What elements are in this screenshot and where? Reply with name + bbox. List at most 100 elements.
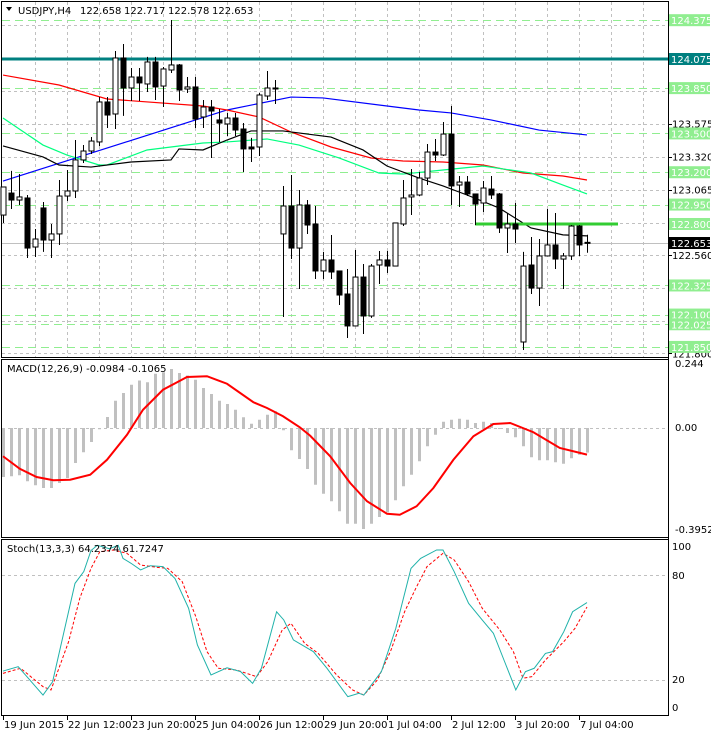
level-price-tag: 123.200 <box>671 168 711 179</box>
time-axis-label: 7 Jul 04:00 <box>580 720 634 731</box>
time-axis-label: 1 Jul 04:00 <box>388 720 442 731</box>
level-price-tag: 122.025 <box>671 320 711 331</box>
macd-histogram-bar <box>258 419 261 428</box>
candle-body-bullish <box>48 233 55 241</box>
level-price-tag: 124.375 <box>671 16 711 27</box>
candle-body-bearish <box>8 192 15 201</box>
candle <box>392 222 399 267</box>
candle-body-bullish <box>568 225 575 257</box>
panel-frame <box>1 1 669 358</box>
macd-histogram-bar <box>466 419 469 428</box>
stoch-axis-label: 0 <box>672 703 678 714</box>
macd-histogram-bar <box>74 428 77 463</box>
macd-axis-label: 0.244 <box>675 359 704 370</box>
level-price-tag: 122.950 <box>671 201 711 212</box>
ohlc-open: 122.658 <box>80 6 121 17</box>
candle-body-bullish <box>96 101 103 143</box>
macd-histogram-bar <box>394 428 397 501</box>
stoch-axis-label: 80 <box>672 571 685 582</box>
candle-body-bullish <box>200 106 207 118</box>
candle-body-bearish <box>104 101 111 116</box>
macd-histogram-bar <box>434 428 437 435</box>
candle-body-bearish <box>552 244 559 260</box>
macd-histogram-bar <box>250 423 253 428</box>
candle <box>568 225 575 260</box>
macd-histogram-bar <box>538 428 541 461</box>
candle-body-bearish <box>328 259 335 273</box>
trading-chart[interactable]: 123.575123.320123.065122.560121.800124.3… <box>0 0 711 733</box>
macd-histogram-bar <box>426 428 429 447</box>
candle-body-bullish <box>64 190 71 197</box>
macd-histogram-bar <box>506 428 509 433</box>
candle-body-bullish <box>128 76 135 89</box>
panel-frame <box>1 359 669 538</box>
macd-histogram-bar <box>402 428 405 487</box>
candle-body-bearish <box>40 207 47 241</box>
level-price-tag: 121.850 <box>671 343 711 354</box>
candle-body-bearish <box>384 259 391 267</box>
macd-histogram-bar <box>370 428 373 524</box>
candle <box>256 93 263 157</box>
macd-histogram-bar <box>498 428 501 429</box>
macd-histogram-bar <box>114 400 117 428</box>
candle-body-bearish <box>192 86 199 120</box>
ohlc-low: 122.578 <box>168 6 209 17</box>
time-axis-label: 2 Jul 12:00 <box>452 720 506 731</box>
candle-body-bearish <box>488 188 495 196</box>
macd-histogram-bar <box>170 369 173 428</box>
candle-body-bullish <box>400 197 407 225</box>
candle-body-bullish <box>264 87 271 97</box>
candle <box>496 193 503 234</box>
macd-histogram-bar <box>290 428 293 451</box>
time-axis-label: 25 Jun 04:00 <box>196 720 260 731</box>
candle-body-bullish <box>184 86 191 90</box>
candle-body-bearish <box>248 146 255 150</box>
macd-histogram-bar <box>450 419 453 428</box>
candle-body-bullish <box>56 195 63 235</box>
candle-body-bullish <box>16 196 23 201</box>
macd-histogram-bar <box>82 428 85 453</box>
candle-body-bullish <box>160 68 167 87</box>
candle-body-bullish <box>536 255 543 289</box>
candle-body-bullish <box>0 186 7 216</box>
macd-histogram-bar <box>578 428 581 455</box>
candle-body-bullish <box>352 276 359 327</box>
candle-body-bullish <box>376 259 383 266</box>
trendline-price-tag: 122.800 <box>671 220 711 231</box>
candle-body-bullish <box>256 94 263 148</box>
candle-body-bullish <box>480 187 487 204</box>
macd-histogram-bar <box>66 428 69 478</box>
macd-histogram-bar <box>194 379 197 428</box>
macd-panel[interactable]: 0.244 0.00 -0.3952 <box>1 359 711 538</box>
stochastic-panel[interactable]: 100 80 20 0 <box>1 539 692 716</box>
macd-histogram-bar <box>522 428 525 447</box>
macd-histogram-bar <box>386 428 389 513</box>
macd-histogram-bar <box>162 372 165 428</box>
macd-histogram-bar <box>234 409 237 428</box>
candle-body-bullish <box>504 223 511 229</box>
time-axis: 19 Jun 2015 22 Jun 12:00 23 Jun 20:00 25 Ju… <box>3 715 634 731</box>
ohlc-high: 122.717 <box>124 6 165 17</box>
macd-histogram-bar <box>202 388 205 428</box>
macd-histogram-bar <box>10 428 13 477</box>
macd-histogram-bar <box>226 404 229 428</box>
macd-histogram-bar <box>98 428 101 430</box>
candle-body-bullish <box>544 244 551 257</box>
macd-axis-label: -0.3952 <box>675 525 711 536</box>
macd-histogram-bar <box>130 384 133 428</box>
level-price-tag: 122.325 <box>671 281 711 292</box>
macd-histogram-bar <box>586 428 589 453</box>
candle-body-bullish <box>72 159 79 192</box>
candle-body-bearish <box>288 205 295 249</box>
candle-body-bullish <box>520 265 527 343</box>
macd-histogram-bar <box>354 428 357 524</box>
price-axis-label: 122.560 <box>672 251 711 262</box>
candle-body-bullish <box>320 259 327 272</box>
candle-body-bearish <box>584 241 591 244</box>
candle-body-bearish <box>344 293 351 327</box>
panel-frame <box>1 539 669 716</box>
stoch-axis-label: 20 <box>672 675 685 686</box>
candle-body-bearish <box>336 270 343 296</box>
time-axis-label: 19 Jun 2015 <box>4 720 64 731</box>
candle-body-bullish <box>416 177 423 196</box>
